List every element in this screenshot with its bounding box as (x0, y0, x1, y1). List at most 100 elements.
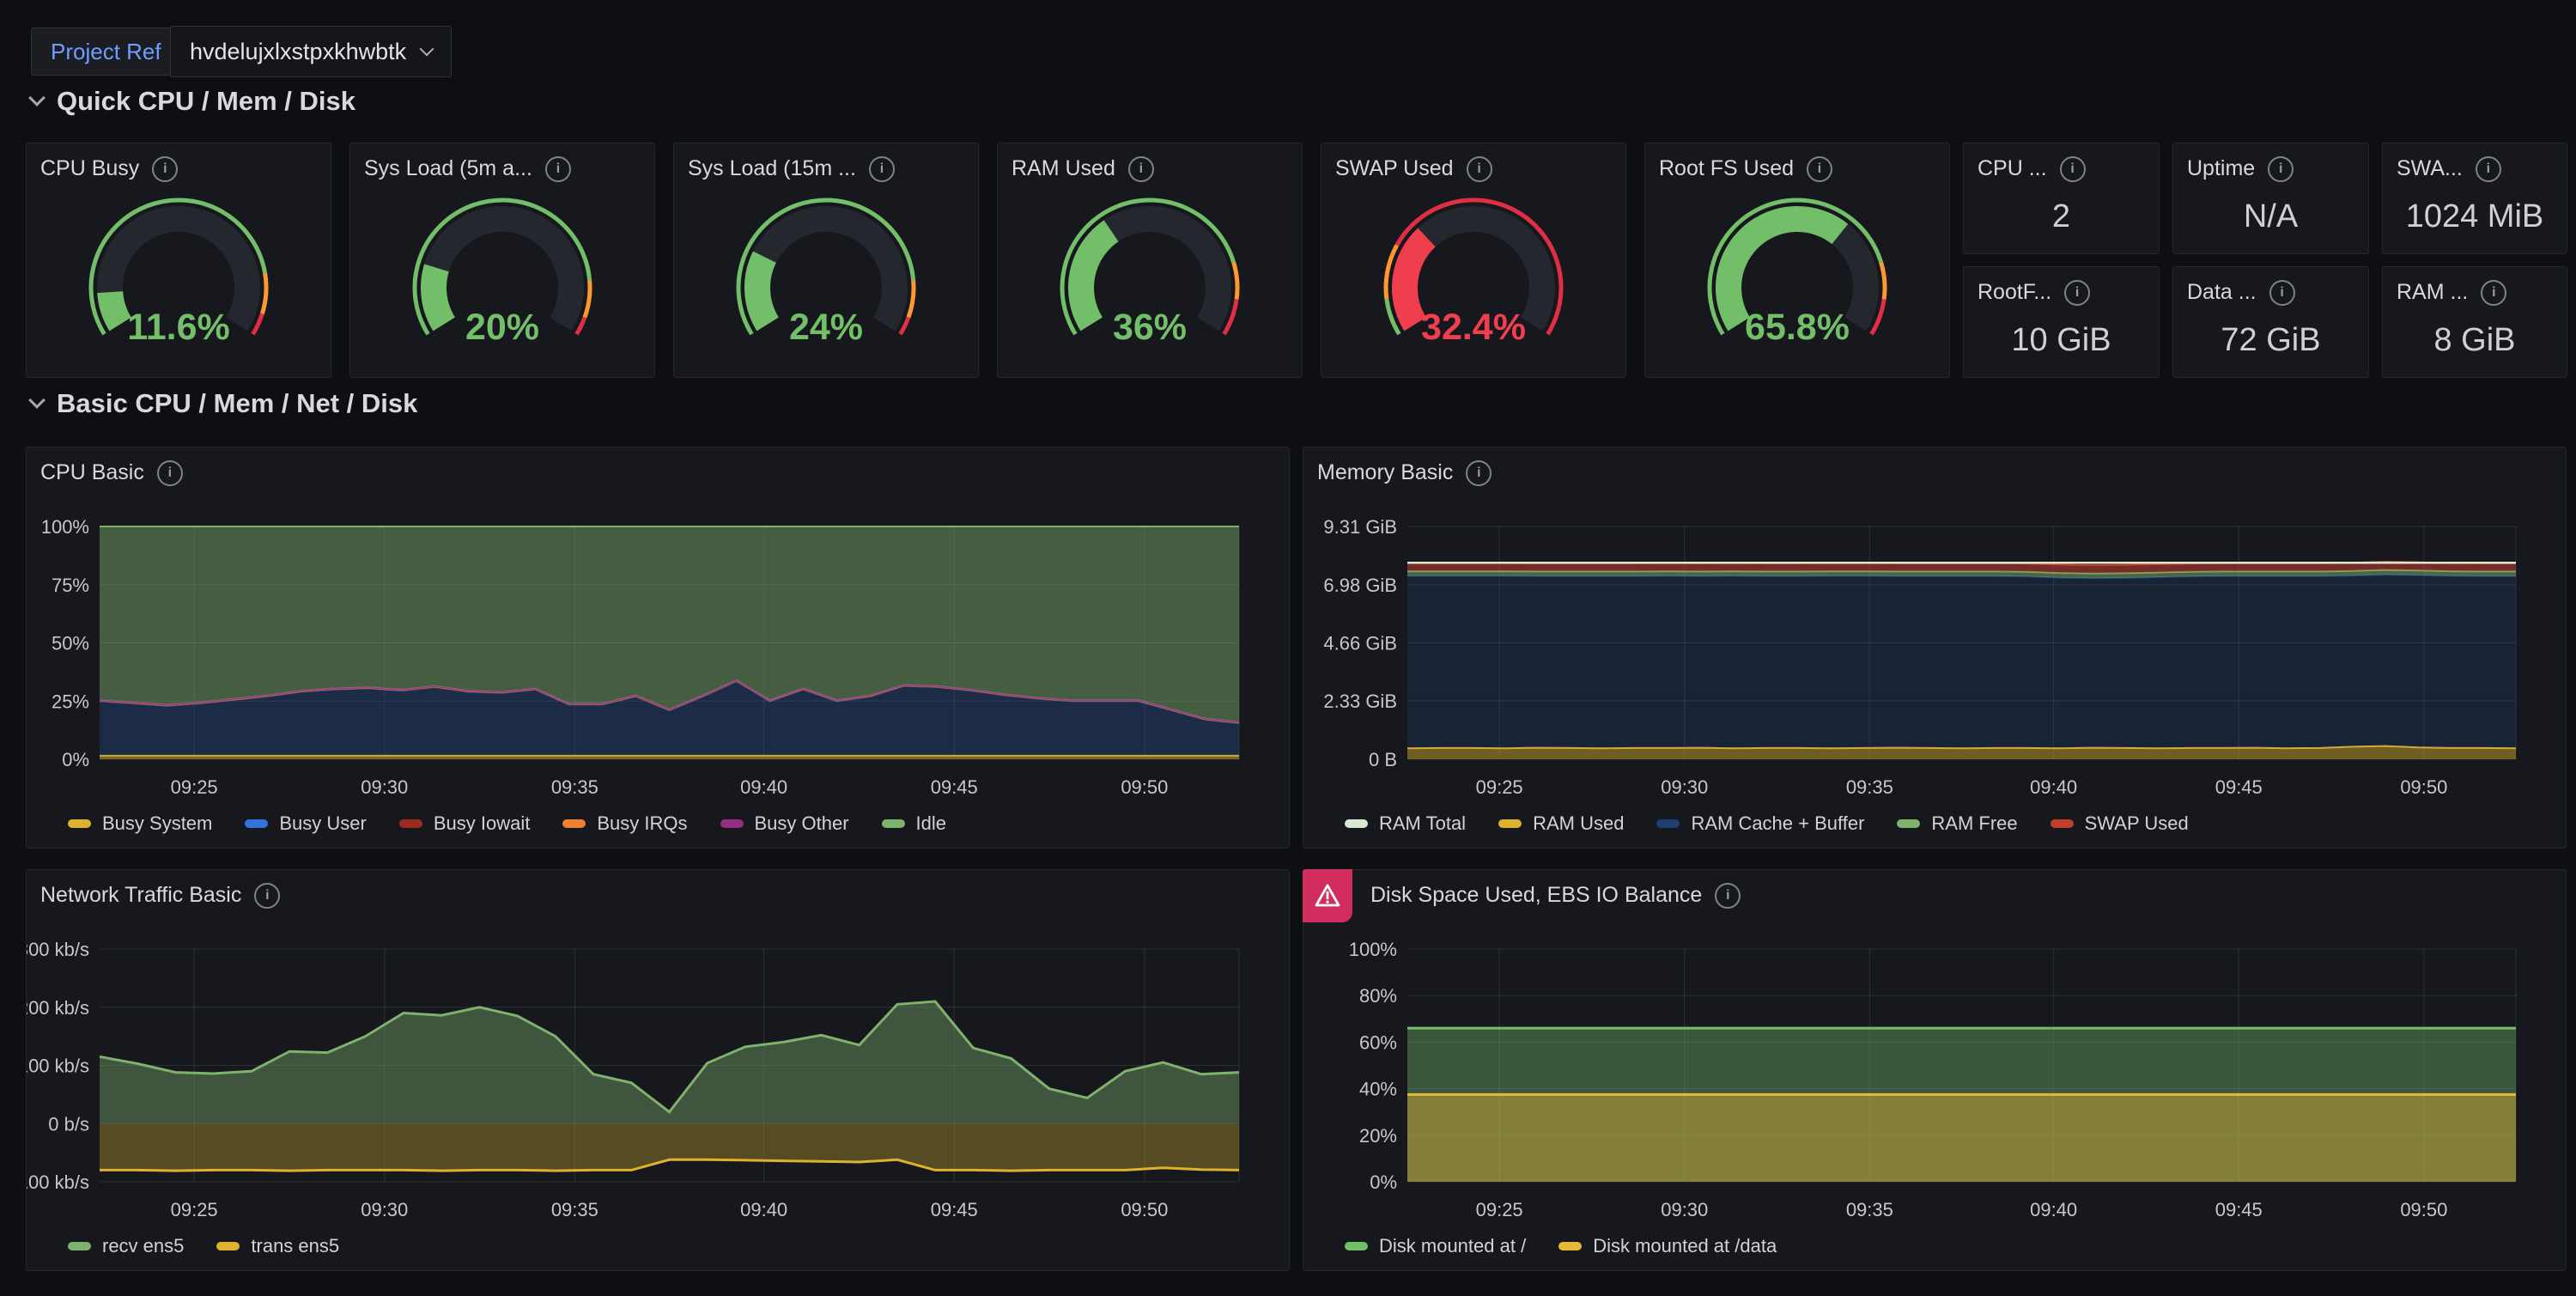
svg-text:25%: 25% (52, 691, 89, 712)
network-traffic-chart[interactable]: 300 kb/s200 kb/s100 kb/s0 b/s-100 kb/s09… (27, 870, 1289, 1270)
section-title: Basic CPU / Mem / Net / Disk (57, 388, 417, 419)
panel-title[interactable]: RootF... (1978, 280, 2051, 305)
gauge-value: 20% (350, 307, 654, 349)
legend-item[interactable]: RAM Free (1897, 812, 2017, 835)
legend-swatch-icon (216, 1242, 240, 1250)
legend-item[interactable]: Busy Other (720, 812, 849, 835)
panel-cpu-busy: CPU Busyi 11.6% (26, 143, 331, 378)
gauge-value: 32.4% (1321, 307, 1625, 349)
panel-title[interactable]: Data ... (2187, 280, 2257, 305)
legend-swatch-icon (1656, 819, 1680, 828)
panel-data-total: Data ... i 72 GiB (2172, 266, 2369, 378)
info-icon[interactable]: i (2476, 156, 2501, 182)
panel-title[interactable]: SWAP Used (1335, 156, 1454, 181)
svg-text:100%: 100% (1349, 939, 1397, 960)
svg-text:09:30: 09:30 (361, 776, 408, 798)
chart-legend: Busy System Busy User Busy Iowait Busy IRQs… (68, 812, 946, 835)
info-icon[interactable]: i (152, 156, 178, 182)
section-basic-cpu-mem-net-disk[interactable]: Basic CPU / Mem / Net / Disk (31, 388, 417, 419)
info-icon[interactable]: i (545, 156, 571, 182)
info-icon[interactable]: i (869, 156, 895, 182)
svg-text:100%: 100% (41, 516, 89, 538)
legend-item[interactable]: Busy IRQs (562, 812, 687, 835)
stat-value: 1024 MiB (2383, 186, 2567, 246)
section-quick-cpu-mem-disk[interactable]: Quick CPU / Mem / Disk (31, 86, 355, 117)
svg-text:60%: 60% (1359, 1031, 1397, 1053)
legend-swatch-icon (882, 819, 905, 828)
svg-text:50%: 50% (52, 633, 89, 654)
panel-swap-total: SWA... i 1024 MiB (2382, 143, 2567, 254)
panel-rootfs-total: RootF... i 10 GiB (1963, 266, 2160, 378)
svg-text:300 kb/s: 300 kb/s (27, 939, 89, 960)
panel-disk-space-ebs: Disk Space Used, EBS IO Balancei 100%80%… (1303, 869, 2567, 1271)
memory-basic-chart[interactable]: 9.31 GiB6.98 GiB4.66 GiB2.33 GiB0 B09:25… (1303, 447, 2566, 848)
info-icon[interactable]: i (1807, 156, 1832, 182)
svg-text:09:25: 09:25 (1476, 776, 1523, 798)
panel-cpu-basic: CPU Basici 100%75%50%25%0%09:2509:3009:3… (26, 447, 1290, 849)
legend-item[interactable]: recv ens5 (68, 1235, 184, 1257)
panel-title[interactable]: Sys Load (5m a... (364, 156, 532, 181)
project-ref-dropdown[interactable]: hvdelujxlxstpxkhwbtk (170, 26, 452, 77)
svg-text:-100 kb/s: -100 kb/s (27, 1171, 89, 1193)
legend-swatch-icon (1897, 819, 1920, 828)
panel-title[interactable]: Sys Load (15m ... (688, 156, 856, 181)
svg-text:09:30: 09:30 (1661, 1199, 1708, 1220)
legend-swatch-icon (2050, 819, 2074, 828)
legend-item[interactable]: Disk mounted at / (1345, 1235, 1526, 1257)
info-icon[interactable]: i (2064, 280, 2090, 306)
panel-ram-total: RAM ... i 8 GiB (2382, 266, 2567, 378)
panel-title[interactable]: CPU ... (1978, 156, 2047, 181)
svg-text:2.33 GiB: 2.33 GiB (1323, 691, 1397, 712)
legend-label: Idle (916, 812, 946, 835)
legend-item[interactable]: Disk mounted at /data (1558, 1235, 1777, 1257)
legend-item[interactable]: trans ens5 (216, 1235, 339, 1257)
legend-label: RAM Cache + Buffer (1691, 812, 1864, 835)
info-icon[interactable]: i (2481, 280, 2506, 306)
panel-memory-basic: Memory Basici 9.31 GiB6.98 GiB4.66 GiB2.… (1303, 447, 2567, 849)
info-icon[interactable]: i (1467, 156, 1492, 182)
legend-item[interactable]: RAM Total (1345, 812, 1466, 835)
svg-text:4.66 GiB: 4.66 GiB (1323, 632, 1397, 654)
svg-text:200 kb/s: 200 kb/s (27, 997, 89, 1019)
disk-space-chart[interactable]: 100%80%60%40%20%0%09:2509:3009:3509:4009… (1303, 870, 2566, 1270)
gauge-value: 24% (674, 307, 978, 349)
legend-item[interactable]: Busy User (245, 812, 366, 835)
panel-title[interactable]: Root FS Used (1659, 156, 1794, 181)
info-icon[interactable]: i (2268, 156, 2293, 182)
info-icon[interactable]: i (2060, 156, 2086, 182)
svg-text:09:50: 09:50 (2400, 1199, 2447, 1220)
svg-text:0%: 0% (62, 749, 89, 770)
stat-value: N/A (2173, 186, 2368, 246)
svg-text:9.31 GiB: 9.31 GiB (1323, 516, 1397, 538)
legend-item[interactable]: SWAP Used (2050, 812, 2189, 835)
panel-root-fs-used: Root FS Usedi 65.8% (1644, 143, 1950, 378)
info-icon[interactable]: i (1128, 156, 1154, 182)
cpu-basic-chart[interactable]: 100%75%50%25%0%09:2509:3009:3509:4009:45… (27, 447, 1289, 848)
legend-item[interactable]: Idle (882, 812, 946, 835)
svg-text:09:50: 09:50 (1121, 776, 1168, 798)
panel-title[interactable]: SWA... (2397, 156, 2463, 181)
stat-value: 72 GiB (2173, 310, 2368, 370)
panel-title[interactable]: CPU Busy (40, 156, 139, 181)
legend-item[interactable]: Busy System (68, 812, 212, 835)
panel-title[interactable]: RAM Used (1012, 156, 1115, 181)
panel-title[interactable]: Uptime (2187, 156, 2255, 181)
legend-item[interactable]: RAM Used (1498, 812, 1624, 835)
legend-label: Disk mounted at /data (1593, 1235, 1777, 1257)
svg-text:09:40: 09:40 (2030, 776, 2077, 798)
stat-value: 8 GiB (2383, 310, 2567, 370)
svg-text:40%: 40% (1359, 1079, 1397, 1100)
panel-network-traffic-basic: Network Traffic Basici 300 kb/s200 kb/s1… (26, 869, 1290, 1271)
chevron-down-icon (420, 42, 434, 57)
panel-sys-load-5m: Sys Load (5m a... i 20% (349, 143, 655, 378)
legend-label: Busy Iowait (434, 812, 531, 835)
svg-text:09:25: 09:25 (171, 776, 218, 798)
legend-swatch-icon (562, 819, 586, 828)
info-icon[interactable]: i (2269, 280, 2295, 306)
panel-title[interactable]: RAM ... (2397, 280, 2468, 305)
legend-item[interactable]: Busy Iowait (399, 812, 531, 835)
svg-text:100 kb/s: 100 kb/s (27, 1056, 89, 1077)
legend-swatch-icon (68, 1242, 91, 1250)
legend-item[interactable]: RAM Cache + Buffer (1656, 812, 1864, 835)
stat-value: 10 GiB (1964, 310, 2159, 370)
